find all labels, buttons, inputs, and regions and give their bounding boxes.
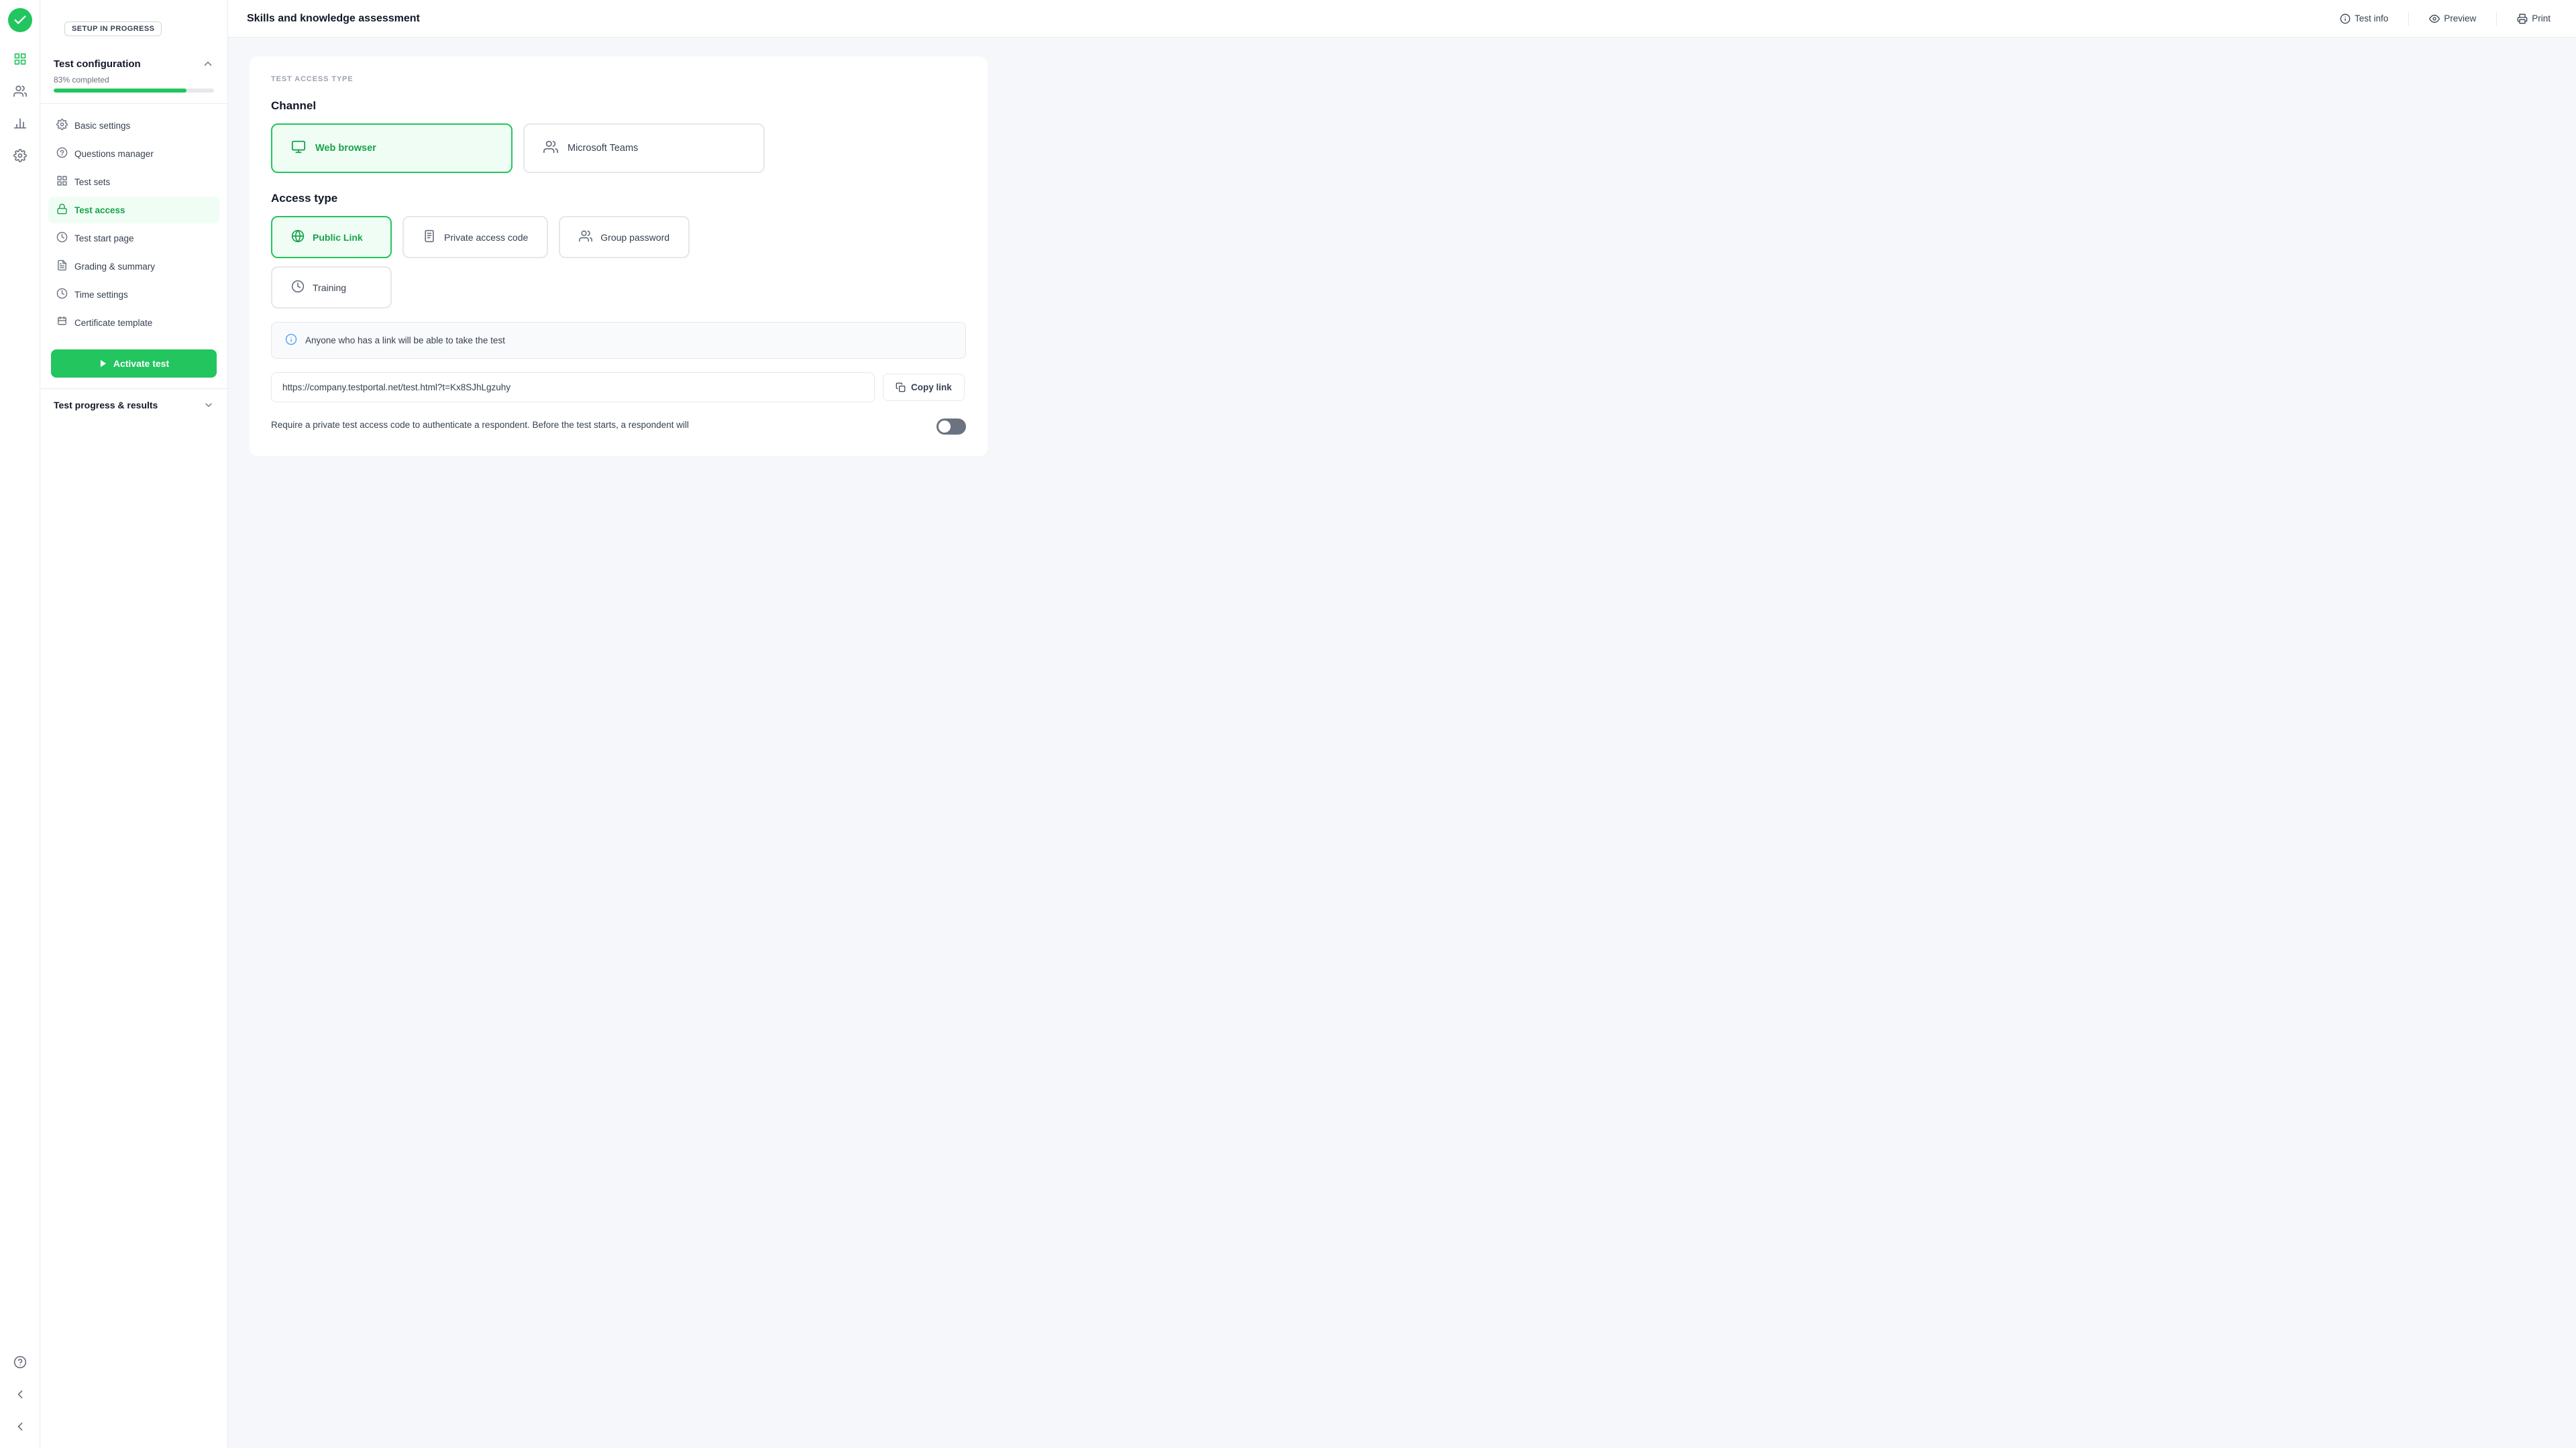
start-icon	[56, 231, 68, 245]
nav-back-icon[interactable]	[7, 1381, 34, 1408]
progress-bar-fill	[54, 89, 186, 93]
chevron-up-icon	[202, 58, 214, 70]
access-training[interactable]: Training	[271, 266, 392, 309]
top-header: Skills and knowledge assessment Test inf…	[228, 0, 2576, 38]
info-box: Anyone who has a link will be able to ta…	[271, 322, 966, 359]
sidebar-config-header: Test configuration 83% completed	[40, 44, 227, 104]
sidebar-item-certificate[interactable]: Certificate template	[48, 309, 219, 336]
nav-help-icon[interactable]	[7, 1349, 34, 1376]
nav-chart-icon[interactable]	[7, 110, 34, 137]
sidebar-item-test-start-page[interactable]: Test start page	[48, 225, 219, 252]
test-start-page-label: Test start page	[74, 233, 134, 243]
sidebar-item-questions-manager[interactable]: Questions manager	[48, 140, 219, 167]
sets-icon	[56, 175, 68, 188]
group-icon	[579, 229, 592, 245]
activate-test-button[interactable]: Activate test	[51, 349, 217, 378]
icon-bar	[0, 0, 40, 1448]
info-circle-icon	[285, 333, 297, 347]
private-code-label: Private access code	[444, 232, 528, 243]
main-area: Skills and knowledge assessment Test inf…	[228, 0, 2576, 1448]
training-icon	[291, 280, 305, 295]
setup-badge: SETUP IN PROGRESS	[64, 21, 162, 36]
grading-label: Grading & summary	[74, 262, 155, 272]
print-button[interactable]: Print	[2510, 9, 2557, 28]
web-browser-label: Web browser	[315, 143, 376, 154]
sidebar-item-test-access[interactable]: Test access	[48, 197, 219, 223]
toggle-description: Require a private test access code to au…	[271, 419, 689, 432]
app-logo[interactable]	[8, 8, 32, 32]
access-section-title: Access type	[271, 192, 966, 205]
sidebar-item-grading[interactable]: Grading & summary	[48, 253, 219, 280]
nav-people-icon[interactable]	[7, 78, 34, 105]
sidebar-item-time-settings[interactable]: Time settings	[48, 281, 219, 308]
settings-icon	[56, 119, 68, 132]
public-link-input[interactable]	[271, 372, 875, 402]
toggle-switch[interactable]	[936, 419, 966, 435]
icon-bar-bottom	[7, 1349, 34, 1440]
group-password-label: Group password	[600, 232, 669, 243]
section-label-area: TEST ACCESS TYPE	[271, 75, 966, 83]
progress-label: 83% completed	[54, 75, 214, 85]
test-info-button[interactable]: Test info	[2333, 9, 2395, 28]
sidebar-item-test-sets[interactable]: Test sets	[48, 168, 219, 195]
channel-web-browser[interactable]: Web browser	[271, 123, 513, 173]
questions-manager-label: Questions manager	[74, 149, 154, 159]
copy-icon	[896, 382, 906, 392]
questions-icon	[56, 147, 68, 160]
sidebar: SETUP IN PROGRESS Test configuration 83%…	[40, 0, 228, 1448]
copy-link-label: Copy link	[911, 382, 952, 392]
basic-settings-label: Basic settings	[74, 121, 130, 131]
time-icon	[56, 288, 68, 301]
link-row: Copy link	[271, 372, 966, 402]
copy-link-button[interactable]: Copy link	[883, 374, 965, 401]
toggle-row: Require a private test access code to au…	[271, 416, 966, 437]
certificate-icon	[56, 316, 68, 329]
sidebar-config-title: Test configuration	[54, 58, 214, 70]
access-group-password[interactable]: Group password	[559, 216, 690, 258]
nav-grid-icon[interactable]	[7, 46, 34, 72]
code-icon	[423, 229, 436, 245]
teams-icon	[543, 140, 558, 157]
time-settings-label: Time settings	[74, 290, 128, 300]
content-area: TEST ACCESS TYPE Channel Web browser Mic…	[228, 38, 2576, 1448]
channel-microsoft-teams[interactable]: Microsoft Teams	[523, 123, 765, 173]
chevron-down-icon	[203, 400, 214, 410]
grading-icon	[56, 260, 68, 273]
print-icon	[2517, 13, 2528, 24]
test-access-label: Test access	[74, 205, 125, 215]
web-browser-icon	[291, 140, 306, 157]
globe-icon	[291, 229, 305, 245]
content-card: TEST ACCESS TYPE Channel Web browser Mic…	[250, 56, 987, 456]
section-label: TEST ACCESS TYPE	[271, 75, 966, 83]
header-actions: Test info Preview Print	[2333, 9, 2557, 28]
sidebar-progress-section: Test progress & results	[40, 388, 227, 421]
teams-label: Microsoft Teams	[568, 143, 638, 154]
access-public-link[interactable]: Public Link	[271, 216, 392, 258]
channel-section-title: Channel	[271, 99, 966, 113]
training-label: Training	[313, 282, 346, 293]
test-sets-label: Test sets	[74, 177, 110, 187]
certificate-label: Certificate template	[74, 318, 152, 328]
sidebar-nav: Basic settings Questions manager Test se…	[40, 104, 227, 344]
play-icon	[99, 359, 108, 368]
lock-icon	[56, 203, 68, 217]
progress-section-title[interactable]: Test progress & results	[54, 400, 214, 410]
sidebar-item-basic-settings[interactable]: Basic settings	[48, 112, 219, 139]
header-divider-2	[2496, 12, 2497, 25]
access-cards-row-2: Training	[271, 266, 966, 309]
nav-collapse-icon[interactable]	[7, 1413, 34, 1440]
preview-icon	[2429, 13, 2440, 24]
channel-cards-row: Web browser Microsoft Teams	[271, 123, 966, 173]
header-divider-1	[2408, 12, 2409, 25]
preview-button[interactable]: Preview	[2422, 9, 2483, 28]
public-link-label: Public Link	[313, 232, 363, 243]
info-message: Anyone who has a link will be able to ta…	[305, 335, 505, 345]
access-private-code[interactable]: Private access code	[402, 216, 548, 258]
progress-bar-bg	[54, 89, 214, 93]
access-cards-row: Public Link Private access code Group pa…	[271, 216, 966, 258]
info-icon	[2340, 13, 2351, 24]
app-title: Skills and knowledge assessment	[247, 13, 420, 25]
nav-gear-icon[interactable]	[7, 142, 34, 169]
